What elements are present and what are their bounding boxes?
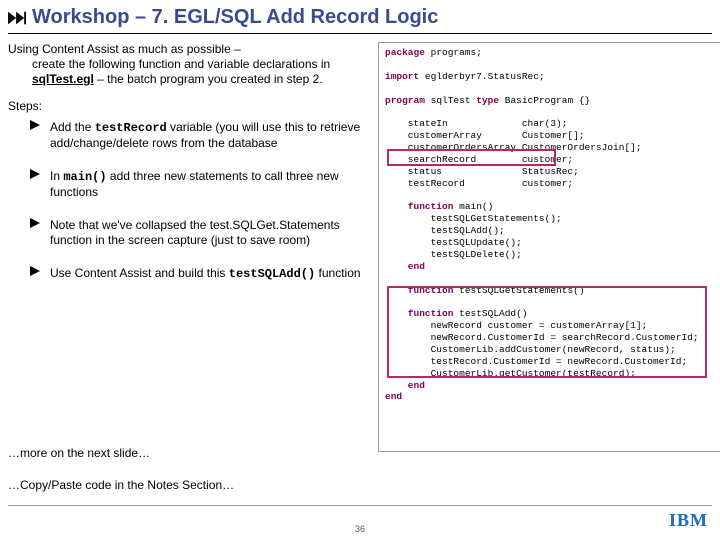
kw: package <box>385 47 425 58</box>
bullet-icon <box>30 266 40 276</box>
code: testSQLDelete(); <box>385 249 522 260</box>
kw: function <box>385 285 453 296</box>
code: testRecord.CustomerId = newRecord.Custom… <box>385 356 687 367</box>
bullet-icon <box>30 120 40 130</box>
kw: end <box>385 261 425 272</box>
ibm-logo: IBM <box>669 510 708 531</box>
bullet-icon <box>30 218 40 228</box>
code-pane: package programs; import eglderbyr7.Stat… <box>378 42 720 452</box>
kw: program <box>385 95 425 106</box>
kw: import <box>385 71 419 82</box>
code: customerArray Customer[]; <box>385 130 585 141</box>
more-text-2: …Copy/Paste code in the Notes Section… <box>8 478 234 492</box>
code: CustomerLib.getCustomer(testRecord); <box>385 368 636 379</box>
code: newRecord.CustomerId = searchRecord.Cust… <box>385 332 699 343</box>
list-item: Add the testRecord variable (you will us… <box>30 120 368 151</box>
step-list: Add the testRecord variable (you will us… <box>8 120 368 282</box>
intro-rest-a: create the following function and variab… <box>32 57 330 71</box>
kw: type <box>476 95 499 106</box>
code: status StatusRec; <box>385 166 579 177</box>
code: BasicProgram {} <box>499 95 590 106</box>
code: customerOrdersArray CustomerOrdersJoin[]… <box>385 142 642 153</box>
steps-label: Steps: <box>8 99 368 114</box>
code: testSQLGetStatements() <box>453 285 584 296</box>
intro-bold: sqlTest.egl <box>32 72 94 86</box>
code: testSQLAdd() <box>453 308 527 319</box>
intro-rest-b: – the batch program you created in step … <box>94 72 323 86</box>
step-mono: main() <box>63 170 106 184</box>
list-item: Note that we've collapsed the test.SQLGe… <box>30 218 368 248</box>
intro-paragraph: Using Content Assist as much as possible… <box>8 42 368 87</box>
slide-title: Workshop – 7. EGL/SQL Add Record Logic <box>32 6 438 29</box>
page-number: 36 <box>355 524 365 534</box>
code: testRecord customer; <box>385 178 573 189</box>
kw: function <box>385 201 453 212</box>
slide: Workshop – 7. EGL/SQL Add Record Logic U… <box>0 0 720 540</box>
step-mono: testSQLAdd() <box>229 267 315 281</box>
more-text-1: …more on the next slide… <box>8 446 150 460</box>
slide-title-row: Workshop – 7. EGL/SQL Add Record Logic <box>0 0 720 31</box>
code: testSQLUpdate(); <box>385 237 522 248</box>
code: testSQLGetStatements(); <box>385 213 562 224</box>
code: testSQLAdd(); <box>385 225 505 236</box>
code: programs; <box>425 47 482 58</box>
code: sqlTest <box>425 95 476 106</box>
list-item: Use Content Assist and build this testSQ… <box>30 266 368 282</box>
title-underline <box>8 33 712 34</box>
list-item: In main() add three new statements to ca… <box>30 169 368 200</box>
kw: end <box>385 380 425 391</box>
code: newRecord customer = customerArray[1]; <box>385 320 647 331</box>
step-text: Use Content Assist and build this <box>50 266 229 280</box>
step-text: function <box>315 266 360 280</box>
code: eglderbyr7.StatusRec; <box>419 71 544 82</box>
step-mono: testRecord <box>95 121 167 135</box>
intro-line1: Using Content Assist as much as possible… <box>8 42 241 56</box>
kw: end <box>385 391 402 402</box>
kw: function <box>385 308 453 319</box>
code: main() <box>453 201 493 212</box>
fast-forward-icon <box>8 11 26 25</box>
step-text: In <box>50 169 63 183</box>
code: searchRecord customer; <box>385 154 573 165</box>
step-text: Add the <box>50 120 95 134</box>
step-text: Note that we've collapsed the test.SQLGe… <box>50 218 340 247</box>
body-text: Using Content Assist as much as possible… <box>8 42 368 300</box>
code: CustomerLib.addCustomer(newRecord, statu… <box>385 344 676 355</box>
code: stateIn char(3); <box>385 118 567 129</box>
bullet-icon <box>30 169 40 179</box>
